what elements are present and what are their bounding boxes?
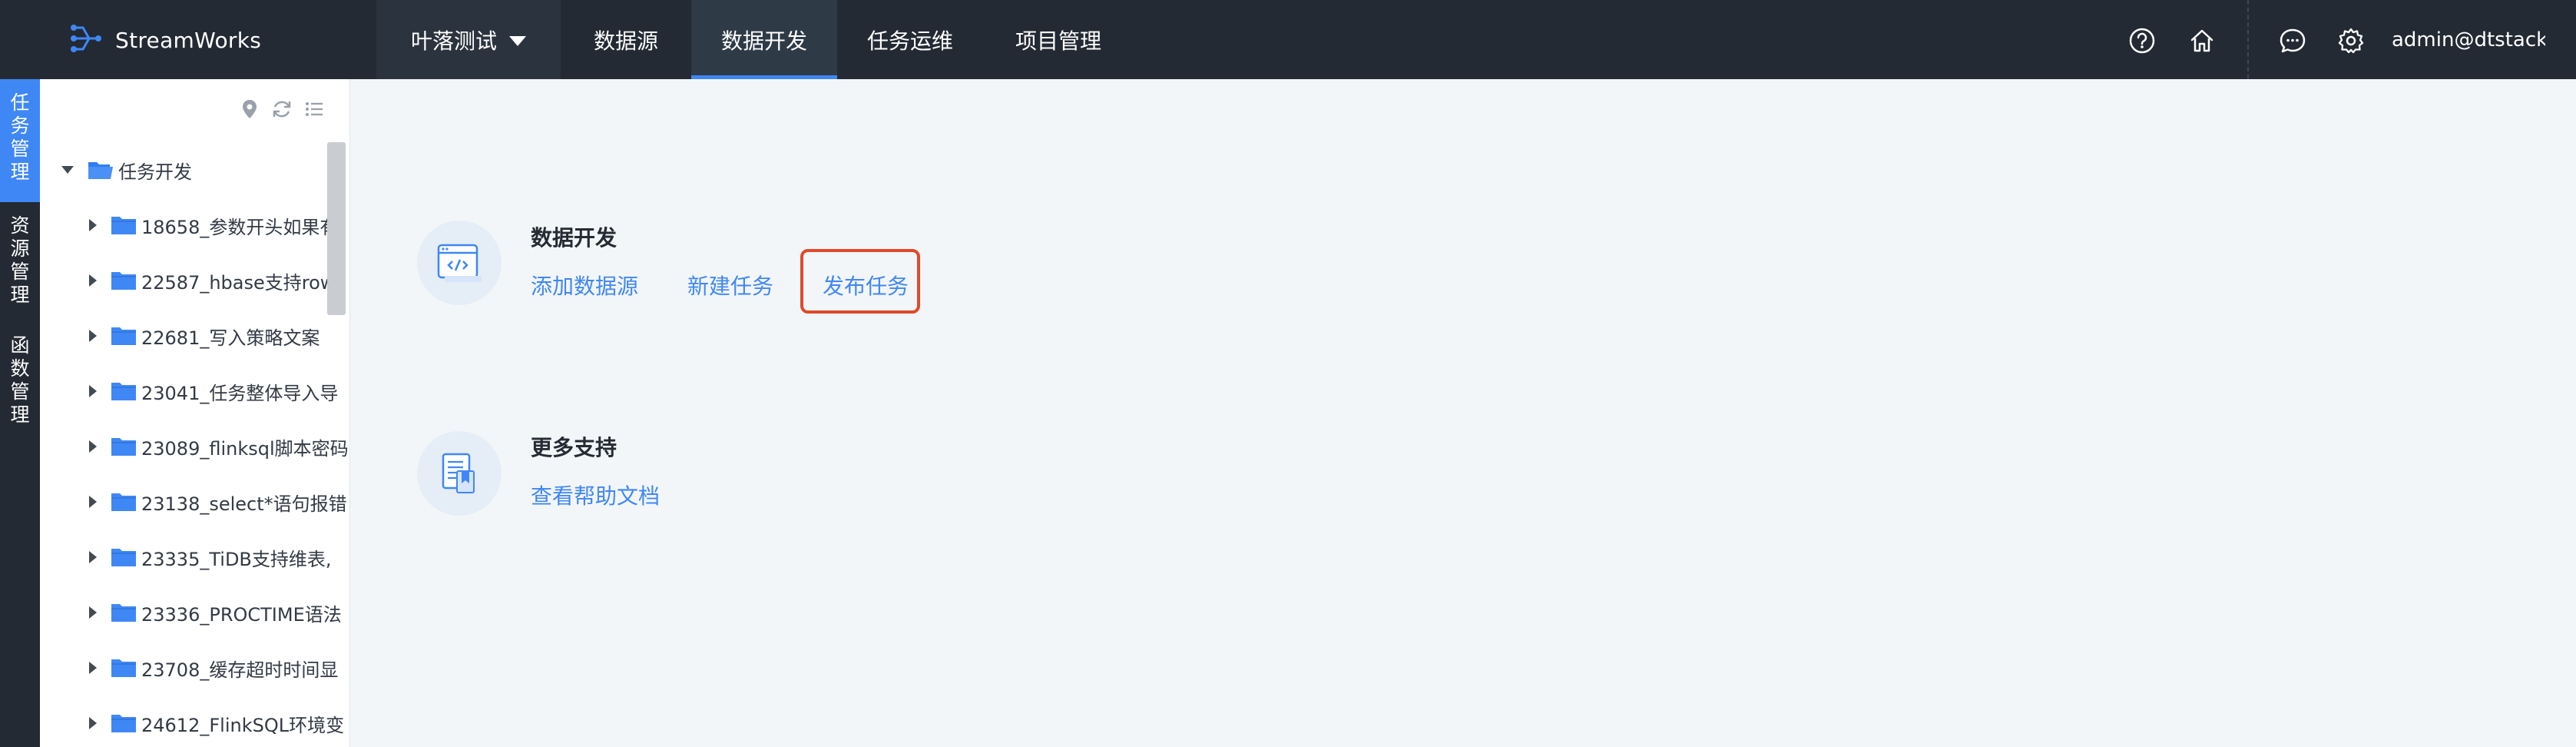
list-icon[interactable] [303,98,329,124]
tree-folder-item[interactable]: 18658_参数开头如果有 [89,210,338,241]
folder-icon [111,658,137,678]
folder-icon [111,713,137,733]
brand-name: StreamWorks [115,27,262,53]
caret-down-icon [509,36,526,46]
document-icon [417,431,502,516]
top-navbar: StreamWorks 叶落测试 数据源 数据开发 任务运维 项目管理 admi… [0,0,2576,79]
tree-folder-item[interactable]: 22681_写入策略文案 [89,320,320,351]
tree-item-label: 22681_写入策略文案 [141,327,320,349]
streamworks-logo-icon [69,22,103,58]
support-section-title: 更多支持 [531,435,618,460]
side-tab-label: 任务管理 [10,91,30,183]
tree-item-label: 23335_TiDB支持维表, [141,548,332,570]
tree-folder-item[interactable]: 24612_FlinkSQL环境变 [89,708,344,739]
tree-item-label: 23041_任务整体导入导 [141,382,339,404]
tree-item-label: 23089_flinksql脚本密码 [141,437,349,460]
add-datasource-link[interactable]: 添加数据源 [531,270,638,300]
side-tab-bar: 任务管理 资源管理 函数管理 [0,79,40,747]
folder-icon [111,271,137,290]
tree-folder-item[interactable]: 23138_select*语句报错 [89,486,347,517]
new-task-link[interactable]: 新建任务 [687,270,773,300]
tree-item-label: 18658_参数开头如果有 [141,216,339,238]
nav-item-data-development[interactable]: 数据开发 [691,0,837,79]
help-icon[interactable] [2127,26,2157,55]
caret-right-icon[interactable] [89,440,97,453]
view-help-docs-link[interactable]: 查看帮助文档 [531,480,660,510]
caret-right-icon[interactable] [89,330,97,342]
folder-icon [111,547,137,567]
home-icon[interactable] [2187,26,2217,55]
brand-logo[interactable]: StreamWorks [69,23,261,57]
tree-folder-item[interactable]: 23708_缓存超时时间显 [89,652,338,683]
tree-folder-item[interactable]: 23041_任务整体导入导 [89,376,338,407]
side-tab-resource-management[interactable]: 资源管理 [0,202,40,322]
folder-icon [111,492,137,512]
side-tab-label: 函数管理 [10,334,30,426]
side-tab-function-management[interactable]: 函数管理 [0,322,40,442]
caret-right-icon[interactable] [89,717,97,729]
refresh-icon[interactable] [270,98,296,124]
caret-right-icon[interactable] [89,606,97,619]
header-divider [2247,0,2249,79]
project-name: 叶落测试 [410,28,497,54]
settings-icon[interactable] [2336,26,2366,55]
main-content: 数据开发 添加数据源 新建任务 发布任务 更多支持 查看帮助文档 [351,79,2576,747]
folder-icon [111,215,137,235]
caret-right-icon[interactable] [89,496,97,508]
nav-item-label: 项目管理 [1015,28,1101,54]
caret-right-icon[interactable] [89,662,97,674]
caret-right-icon[interactable] [89,551,97,563]
folder-icon [111,437,137,456]
dev-section-title: 数据开发 [531,225,618,251]
nav-item-label: 数据开发 [720,28,807,54]
code-window-icon [417,221,502,305]
nav-item-label: 数据源 [593,28,658,54]
user-account[interactable]: admin@dtstack... [2392,25,2545,55]
task-tree-panel: 任务开发 18658_参数开头如果有 22587_hbase支持row 22681_… [40,79,350,747]
tree-item-label: 23708_缓存超时时间显 [141,659,339,681]
tree-folder-item[interactable]: 23336_PROCTIME语法 [89,597,342,628]
tree-root-label: 任务开发 [118,161,192,183]
caret-right-icon[interactable] [89,385,97,397]
message-icon[interactable] [2278,26,2307,55]
nav-item-project-management[interactable]: 项目管理 [983,0,1134,79]
caret-right-icon[interactable] [89,219,97,231]
tree-folder-item[interactable]: 23089_flinksql脚本密码 [89,431,349,462]
side-tab-label: 资源管理 [10,214,30,306]
locate-icon[interactable] [238,98,264,124]
folder-open-icon [88,160,114,180]
tree-root-folder[interactable]: 任务开发 [61,154,192,185]
caret-down-icon[interactable] [61,166,74,174]
tree-item-label: 23336_PROCTIME语法 [141,603,342,626]
tree-folder-item[interactable]: 22587_hbase支持row [89,265,335,296]
folder-icon [111,326,137,346]
nav-item-label: 任务运维 [866,28,953,54]
tree-scrollbar[interactable] [327,142,346,315]
tree-item-label: 24612_FlinkSQL环境变 [141,714,345,736]
folder-icon [111,603,137,622]
caret-right-icon[interactable] [89,274,97,287]
tree-folder-item[interactable]: 23335_TiDB支持维表, [89,542,332,573]
nav-item-task-ops[interactable]: 任务运维 [837,0,983,79]
tree-item-label: 22587_hbase支持row [141,271,336,294]
tree-item-label: 23138_select*语句报错 [141,493,347,515]
project-selector[interactable]: 叶落测试 [376,0,561,79]
side-tab-task-management[interactable]: 任务管理 [0,79,40,202]
publish-task-link[interactable]: 发布任务 [823,270,909,300]
folder-icon [111,381,137,401]
nav-item-datasource[interactable]: 数据源 [561,0,691,79]
